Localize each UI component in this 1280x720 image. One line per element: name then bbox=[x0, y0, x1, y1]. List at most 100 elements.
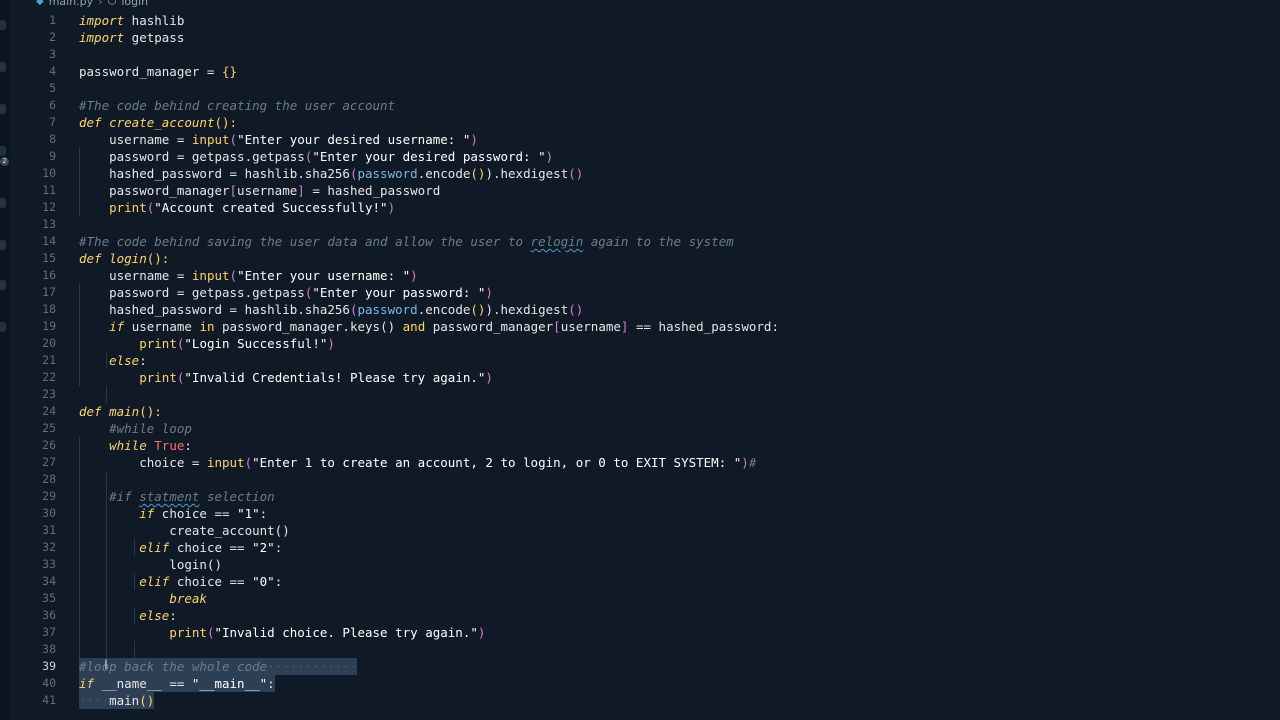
code-text: #The code behind saving the user data an… bbox=[79, 234, 734, 249]
code-text: username = input("Enter your desired use… bbox=[79, 132, 478, 147]
line-number: 2 bbox=[49, 30, 56, 44]
line-number: 14 bbox=[42, 234, 56, 248]
line-number: 32 bbox=[42, 540, 56, 554]
code-line[interactable]: 16 username = input("Enter your username… bbox=[0, 267, 1280, 284]
line-number: 24 bbox=[42, 404, 56, 418]
line-number: 12 bbox=[42, 200, 56, 214]
text-cursor-icon: Ⅰ bbox=[104, 658, 108, 673]
line-number: 18 bbox=[42, 302, 56, 316]
line-number: 38 bbox=[42, 642, 56, 656]
code-line[interactable]: 19 if username in password_manager.keys(… bbox=[0, 318, 1280, 335]
code-text: if username in password_manager.keys() a… bbox=[109, 319, 779, 334]
line-number: 20 bbox=[42, 336, 56, 350]
breadcrumb: ◆ main.py › ⬡ login bbox=[36, 0, 148, 9]
line-number: 26 bbox=[42, 438, 56, 452]
line-number: 11 bbox=[42, 183, 56, 197]
line-number: 8 bbox=[49, 132, 56, 146]
code-line[interactable]: 11 password_manager[username] = hashed_p… bbox=[0, 182, 1280, 199]
code-line[interactable]: 1 import hashlib bbox=[0, 12, 1280, 29]
code-line[interactable]: 32 elif choice == "2": bbox=[0, 539, 1280, 556]
chevron-right-icon: › bbox=[98, 0, 103, 8]
line-number: 16 bbox=[42, 268, 56, 282]
code-text: username = input("Enter your username: "… bbox=[79, 268, 418, 283]
code-line[interactable]: 40 if __name__ == "__main__": bbox=[0, 675, 1280, 692]
code-text: create_account() bbox=[79, 523, 290, 538]
code-line[interactable]: 25 #while loop bbox=[0, 420, 1280, 437]
code-line[interactable]: 26 while True: bbox=[0, 437, 1280, 454]
code-text: hashed_password = hashlib.sha256(passwor… bbox=[79, 166, 584, 181]
line-number: 29 bbox=[42, 489, 56, 503]
code-line[interactable]: 22 print("Invalid Credentials! Please tr… bbox=[0, 369, 1280, 386]
line-number: 33 bbox=[42, 557, 56, 571]
line-number: 23 bbox=[42, 387, 56, 401]
code-line[interactable]: 6 #The code behind creating the user acco… bbox=[0, 97, 1280, 114]
line-number: 39 bbox=[42, 659, 56, 673]
code-line[interactable]: 35 break bbox=[0, 590, 1280, 607]
code-text: login() bbox=[79, 557, 222, 572]
code-line[interactable]: 23 bbox=[0, 386, 1280, 403]
code-line[interactable]: 38 bbox=[0, 641, 1280, 658]
code-line[interactable]: 8 username = input("Enter your desired u… bbox=[0, 131, 1280, 148]
line-number: 40 bbox=[42, 676, 56, 690]
code-text: import hashlib bbox=[79, 13, 185, 28]
line-number: 27 bbox=[42, 455, 56, 469]
code-line[interactable]: 5 bbox=[0, 80, 1280, 97]
code-line[interactable]: 33 login() bbox=[0, 556, 1280, 573]
code-text: print("Invalid choice. Please try again.… bbox=[169, 625, 486, 640]
code-text: print("Account created Successfully!") bbox=[109, 200, 396, 215]
code-line[interactable]: 12 print("Account created Successfully!"… bbox=[0, 199, 1280, 216]
code-text: else: bbox=[139, 608, 177, 623]
line-number: 6 bbox=[49, 98, 56, 112]
code-text: elif choice == "0": bbox=[139, 574, 283, 589]
code-text: break bbox=[169, 591, 207, 606]
code-text: choice = input("Enter 1 to create an acc… bbox=[79, 455, 757, 470]
line-number: 3 bbox=[49, 47, 56, 61]
code-line[interactable]: 34 elif choice == "0": bbox=[0, 573, 1280, 590]
code-line[interactable]: 14 #The code behind saving the user data … bbox=[0, 233, 1280, 250]
code-line[interactable]: 15 def login(): bbox=[0, 250, 1280, 267]
code-line[interactable]: 21 else: bbox=[0, 352, 1280, 369]
code-line[interactable]: 3 bbox=[0, 46, 1280, 63]
code-text: import getpass bbox=[79, 30, 185, 45]
code-line-active[interactable]: 39 #loop back the whole code············ bbox=[0, 658, 1280, 675]
line-number: 10 bbox=[42, 166, 56, 180]
code-line[interactable]: 17 password = getpass.getpass("Enter you… bbox=[0, 284, 1280, 301]
code-text: else: bbox=[109, 353, 147, 368]
line-number: 1 bbox=[49, 13, 56, 27]
code-line[interactable]: 31 create_account() bbox=[0, 522, 1280, 539]
line-number: 4 bbox=[49, 64, 56, 78]
code-text: def create_account(): bbox=[79, 115, 238, 130]
code-line[interactable]: 2 import getpass bbox=[0, 29, 1280, 46]
code-line[interactable]: 13 bbox=[0, 216, 1280, 233]
code-line[interactable]: 37 print("Invalid choice. Please try aga… bbox=[0, 624, 1280, 641]
code-text: def main(): bbox=[79, 404, 162, 419]
code-line[interactable]: 30 if choice == "1": bbox=[0, 505, 1280, 522]
code-text: print("Login Successful!") bbox=[139, 336, 335, 351]
code-editor[interactable]: 1 import hashlib 2 import getpass 3 4 passw… bbox=[0, 12, 1280, 720]
line-number: 9 bbox=[49, 149, 56, 163]
line-number: 19 bbox=[42, 319, 56, 333]
code-line[interactable]: 41 ····main() bbox=[0, 692, 1280, 709]
code-line[interactable]: 24 def main(): bbox=[0, 403, 1280, 420]
code-line[interactable]: 29 #if statment selection bbox=[0, 488, 1280, 505]
code-line[interactable]: 36 else: bbox=[0, 607, 1280, 624]
code-line[interactable]: 7 def create_account(): bbox=[0, 114, 1280, 131]
selected-code-text: #loop back the whole code············ bbox=[79, 658, 358, 675]
breadcrumb-symbol[interactable]: login bbox=[121, 0, 148, 9]
line-number: 5 bbox=[49, 81, 56, 95]
function-symbol-icon: ⬡ bbox=[107, 0, 117, 7]
code-text: password = getpass.getpass("Enter your d… bbox=[79, 149, 554, 164]
line-number: 15 bbox=[42, 251, 56, 265]
breadcrumb-file[interactable]: main.py bbox=[49, 0, 93, 9]
code-line[interactable]: 28 bbox=[0, 471, 1280, 488]
code-line[interactable]: 20 print("Login Successful!") bbox=[0, 335, 1280, 352]
line-number: 7 bbox=[49, 115, 56, 129]
code-text: if choice == "1": bbox=[139, 506, 268, 521]
code-line[interactable]: 18 hashed_password = hashlib.sha256(pass… bbox=[0, 301, 1280, 318]
code-line[interactable]: 4 password_manager = {} bbox=[0, 63, 1280, 80]
code-line[interactable]: 27 choice = input("Enter 1 to create an … bbox=[0, 454, 1280, 471]
code-text: #while loop bbox=[79, 421, 192, 436]
line-number: 35 bbox=[42, 591, 56, 605]
code-line[interactable]: 10 hashed_password = hashlib.sha256(pass… bbox=[0, 165, 1280, 182]
code-line[interactable]: 9 password = getpass.getpass("Enter your… bbox=[0, 148, 1280, 165]
